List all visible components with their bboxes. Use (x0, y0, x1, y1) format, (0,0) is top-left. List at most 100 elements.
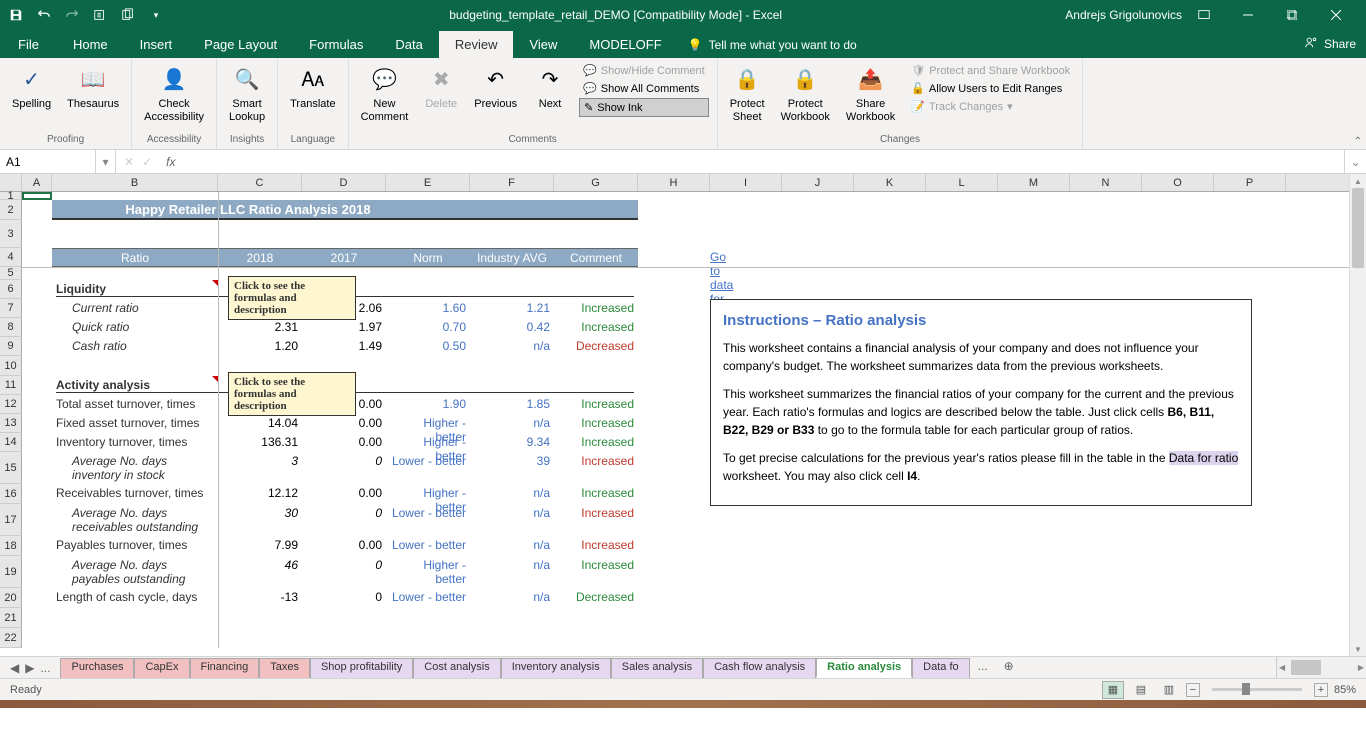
col-header-M[interactable]: M (998, 174, 1070, 191)
name-box[interactable]: A1 (0, 150, 96, 173)
protect-share-wb-button[interactable]: 🛡Protect and Share Workbook (907, 62, 1074, 79)
thesaurus-button[interactable]: 📖Thesaurus (63, 62, 123, 113)
val-avg[interactable]: n/a (470, 536, 554, 554)
ratio-label[interactable]: Length of cash cycle, days (52, 588, 218, 606)
first-tabs-ellipsis[interactable]: ... (40, 661, 50, 675)
row-header-21[interactable]: 21 (0, 608, 22, 628)
sheet-tab-capex[interactable]: CapEx (134, 658, 189, 678)
translate-button[interactable]: 🗛Translate (286, 62, 339, 113)
val-norm[interactable]: 1.90 (386, 395, 470, 413)
scroll-thumb[interactable] (1352, 188, 1364, 268)
val-norm[interactable]: 0.50 (386, 337, 470, 355)
share-button[interactable]: Share (1294, 29, 1366, 58)
sheet-tab-financing[interactable]: Financing (190, 658, 260, 678)
val-avg[interactable]: 0.42 (470, 318, 554, 336)
val-comment[interactable]: Increased (554, 556, 638, 588)
tab-formulas[interactable]: Formulas (293, 31, 379, 58)
row-header-4[interactable]: 4 (0, 248, 22, 267)
val-avg[interactable]: n/a (470, 504, 554, 536)
show-ink-button[interactable]: ✎Show Ink (579, 98, 709, 117)
new-comment-button[interactable]: 💬New Comment (357, 62, 413, 126)
col-header-F[interactable]: F (470, 174, 554, 191)
val-avg[interactable]: 39 (470, 452, 554, 484)
val-2017[interactable]: 1.97 (302, 318, 386, 336)
allow-edit-ranges-button[interactable]: 🔓Allow Users to Edit Ranges (907, 80, 1074, 97)
val-comment[interactable]: Increased (554, 395, 638, 413)
row-header-13[interactable]: 13 (0, 414, 22, 433)
val-comment[interactable]: Decreased (554, 337, 638, 355)
col-header-L[interactable]: L (926, 174, 998, 191)
smart-lookup-button[interactable]: 🔍Smart Lookup (225, 62, 269, 126)
col-header-E[interactable]: E (386, 174, 470, 191)
show-hide-comment-button[interactable]: 💬Show/Hide Comment (579, 62, 709, 79)
fx-icon[interactable]: fx (160, 155, 181, 169)
sheet-tab-ratio[interactable]: Ratio analysis (816, 658, 912, 678)
undo-icon[interactable] (34, 5, 54, 25)
col-header-A[interactable]: A (22, 174, 52, 191)
row-header-11[interactable]: 11 (0, 376, 22, 395)
val-2017[interactable]: 0 (302, 504, 386, 536)
row-header-9[interactable]: 9 (0, 337, 22, 356)
col-header-P[interactable]: P (1214, 174, 1286, 191)
row-header-18[interactable]: 18 (0, 536, 22, 556)
tell-me[interactable]: 💡 Tell me what you want to do (678, 32, 867, 58)
enter-formula-icon[interactable]: ✓ (142, 155, 152, 169)
user-name[interactable]: Andrejs Grigolunovics (1065, 8, 1182, 22)
val-avg[interactable]: n/a (470, 588, 554, 606)
row-header-5[interactable]: 5 (0, 267, 22, 280)
tab-file[interactable]: File (0, 31, 57, 58)
tab-data[interactable]: Data (379, 31, 438, 58)
vertical-scrollbar[interactable]: ▲ ▼ (1349, 174, 1366, 656)
ratio-label[interactable]: Total asset turnover, times (52, 395, 218, 413)
zoom-in-icon[interactable]: + (1314, 683, 1328, 697)
cancel-formula-icon[interactable]: ✕ (124, 155, 134, 169)
formula-expand-icon[interactable]: ⌄ (1344, 150, 1366, 173)
row-header-1[interactable]: 1 (0, 192, 22, 200)
col-header-H[interactable]: H (638, 174, 710, 191)
row-header-19[interactable]: 19 (0, 556, 22, 588)
row-header-22[interactable]: 22 (0, 628, 22, 648)
scroll-down-icon[interactable]: ▼ (1350, 642, 1366, 656)
row-header-10[interactable]: 10 (0, 356, 22, 376)
ratio-label[interactable]: Quick ratio (52, 318, 218, 336)
select-all-button[interactable] (0, 174, 22, 191)
sheet-tab-inventory[interactable]: Inventory analysis (501, 658, 611, 678)
val-norm[interactable]: Lower - better (386, 504, 470, 536)
val-2017[interactable]: 0 (302, 452, 386, 484)
ratio-label[interactable]: Average No. days receivables outstanding (52, 504, 218, 536)
tab-review[interactable]: Review (439, 31, 514, 58)
val-comment[interactable]: Increased (554, 299, 638, 317)
sheet-tab-purchases[interactable]: Purchases (60, 658, 134, 678)
ratio-label[interactable]: Average No. days inventory in stock (52, 452, 218, 484)
new-sheet-button[interactable]: ⊕ (996, 657, 1022, 678)
sheet-tab-cost[interactable]: Cost analysis (413, 658, 500, 678)
save-icon[interactable] (6, 5, 26, 25)
row-header-3[interactable]: 3 (0, 220, 22, 248)
col-header-O[interactable]: O (1142, 174, 1214, 191)
row-header-6[interactable]: 6 (0, 280, 22, 299)
row-header-14[interactable]: 14 (0, 433, 22, 452)
col-header-B[interactable]: B (52, 174, 218, 191)
val-2017[interactable]: 1.49 (302, 337, 386, 355)
val-comment[interactable]: Increased (554, 536, 638, 554)
ratio-label[interactable]: Average No. days payables outstanding (52, 556, 218, 588)
val-comment[interactable]: Increased (554, 452, 638, 484)
horizontal-scrollbar[interactable]: ◀ ▶ (1276, 657, 1366, 678)
val-avg[interactable]: 1.85 (470, 395, 554, 413)
val-2017[interactable]: 0 (302, 556, 386, 588)
val-comment[interactable]: Increased (554, 318, 638, 336)
check-accessibility-button[interactable]: 👤Check Accessibility (140, 62, 208, 126)
val-norm[interactable]: Lower - better (386, 536, 470, 554)
col-header-N[interactable]: N (1070, 174, 1142, 191)
formula-input[interactable] (189, 150, 1344, 173)
val-comment[interactable]: Increased (554, 504, 638, 536)
row-header-20[interactable]: 20 (0, 588, 22, 608)
spelling-button[interactable]: ✓Spelling (8, 62, 55, 113)
col-header-D[interactable]: D (302, 174, 386, 191)
tab-scroll-right-icon[interactable]: ▶ (25, 661, 34, 675)
val-norm[interactable]: Higher - better (386, 556, 470, 588)
row-header-8[interactable]: 8 (0, 318, 22, 337)
zoom-level[interactable]: 85% (1334, 684, 1356, 696)
maximize-button[interactable] (1270, 0, 1314, 30)
val-norm[interactable]: Lower - better (386, 588, 470, 606)
